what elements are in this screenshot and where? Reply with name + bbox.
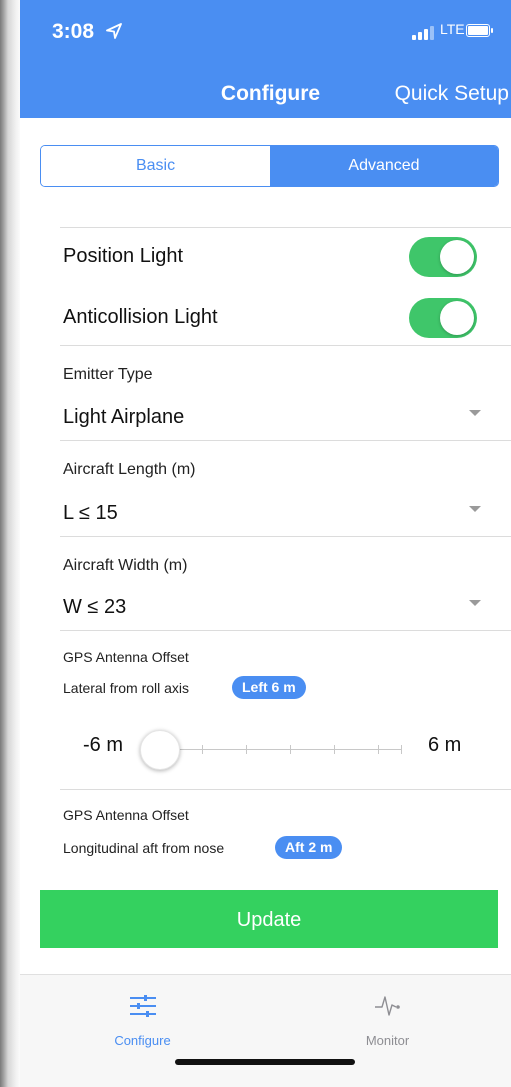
chevron-down-icon[interactable] — [469, 600, 481, 606]
slider-tick — [290, 745, 291, 754]
chevron-down-icon[interactable] — [469, 506, 481, 512]
divider — [60, 789, 511, 790]
signal-icon — [412, 24, 438, 40]
tab-monitor[interactable]: Monitor — [265, 975, 510, 1055]
slider-max-label: 6 m — [428, 734, 462, 756]
divider — [60, 630, 511, 631]
status-time: 3:08 — [52, 20, 95, 43]
header: 3:08 LTE Configure Quick Setup — [20, 0, 511, 118]
update-button[interactable]: Update — [40, 890, 498, 948]
home-indicator — [175, 1059, 355, 1065]
location-arrow-icon — [106, 23, 122, 39]
position-light-label: Position Light — [63, 245, 184, 267]
aircraft-width-select[interactable]: W ≤ 23 — [63, 596, 126, 619]
anticollision-light-label: Anticollision Light — [63, 306, 218, 328]
emitter-type-label: Emitter Type — [63, 366, 153, 383]
divider — [60, 440, 511, 441]
segment-advanced[interactable]: Advanced — [270, 146, 498, 186]
gps-lateral-subtitle: Lateral from roll axis — [63, 680, 190, 696]
configure-form: Basic Advanced Position Light Anticollis… — [20, 118, 511, 974]
pulse-icon — [374, 996, 400, 1016]
divider — [60, 345, 511, 346]
position-light-toggle[interactable] — [409, 237, 477, 277]
gps-lateral-title: GPS Antenna Offset — [63, 649, 189, 665]
lateral-offset-badge: Left 6 m — [232, 676, 306, 699]
slider-tick — [334, 745, 335, 754]
longitudinal-offset-badge: Aft 2 m — [275, 836, 343, 859]
slider-tick — [246, 745, 247, 754]
slider-min-label: -6 m — [83, 734, 123, 756]
aircraft-length-label: Aircraft Length (m) — [63, 461, 196, 478]
slider-tick — [202, 745, 203, 754]
gps-longitudinal-title: GPS Antenna Offset — [63, 807, 189, 823]
tab-configure[interactable]: Configure — [20, 975, 265, 1055]
aircraft-length-select[interactable]: L ≤ 15 — [63, 502, 118, 525]
segment-basic[interactable]: Basic — [41, 146, 270, 186]
chevron-down-icon[interactable] — [469, 410, 481, 416]
toggle-knob — [440, 240, 474, 274]
carrier-label: LTE — [440, 21, 465, 37]
aircraft-width-label: Aircraft Width (m) — [63, 557, 188, 574]
slider-tick — [401, 745, 402, 754]
tab-monitor-label: Monitor — [365, 1033, 410, 1048]
divider — [60, 227, 511, 228]
quick-setup-button[interactable]: Quick Setup — [395, 82, 509, 106]
gps-longitudinal-subtitle: Longitudinal aft from nose — [63, 840, 225, 856]
basic-advanced-segmented-control: Basic Advanced — [40, 145, 499, 187]
lateral-offset-slider-thumb[interactable] — [140, 730, 180, 770]
tab-bar: Configure Monitor — [20, 974, 511, 1087]
phone-screen: 3:08 LTE Configure Quick Setup Basic Adv… — [20, 0, 511, 1087]
anticollision-light-toggle[interactable] — [409, 298, 477, 338]
divider — [60, 536, 511, 537]
sliders-icon — [129, 995, 156, 1017]
device-frame-edge — [0, 0, 22, 1087]
slider-tick — [378, 745, 379, 754]
tab-configure-label: Configure — [114, 1033, 171, 1048]
lateral-offset-slider-track[interactable] — [158, 745, 402, 754]
toggle-knob — [440, 301, 474, 335]
emitter-type-select[interactable]: Light Airplane — [63, 406, 184, 429]
battery-icon — [466, 24, 493, 37]
